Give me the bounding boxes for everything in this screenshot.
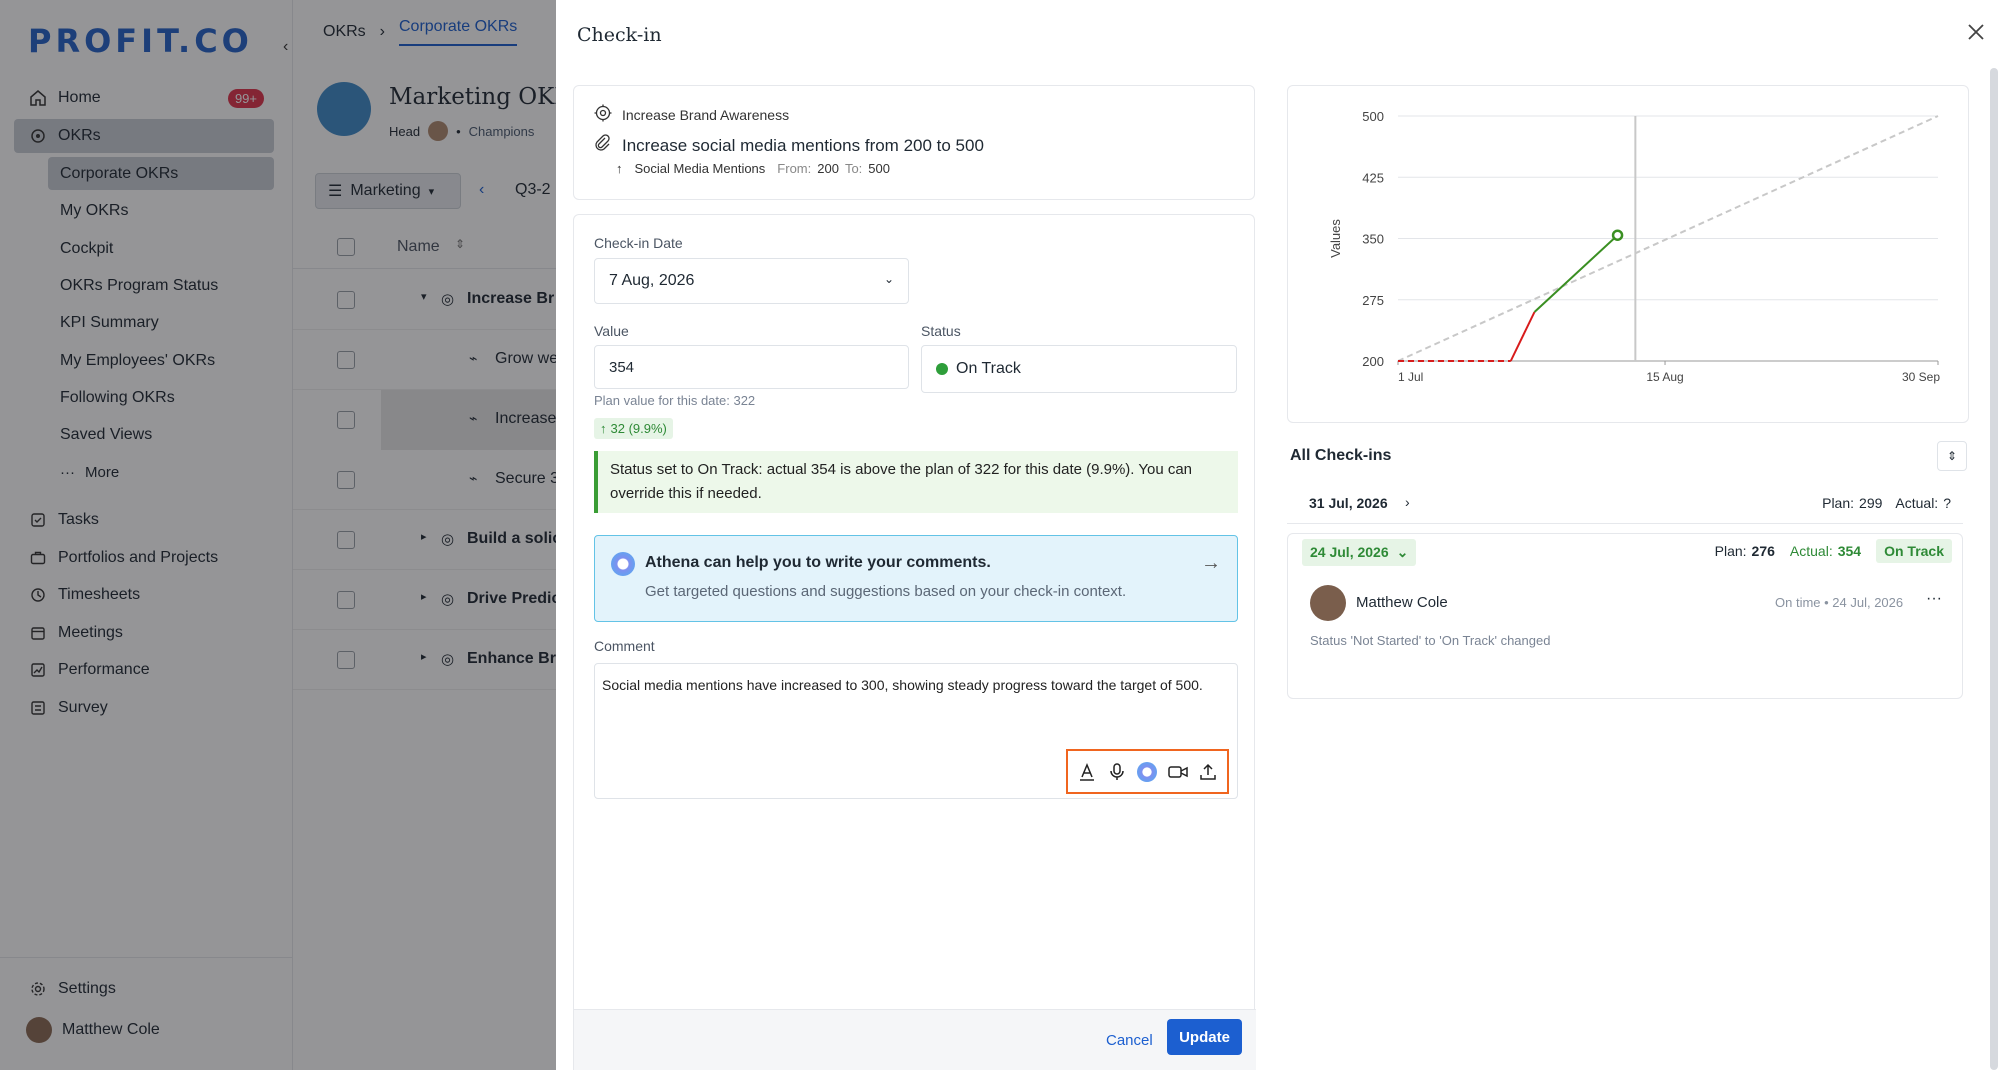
status-dot — [936, 363, 948, 375]
athena-icon — [611, 552, 635, 576]
checkin-user: Matthew Cole — [1356, 594, 1448, 611]
y-tick-label: 200 — [1362, 354, 1384, 369]
y-tick-label: 425 — [1362, 170, 1384, 185]
date-value: 7 Aug, 2026 — [609, 272, 695, 289]
status-select[interactable]: On Track — [921, 345, 1237, 393]
all-checkins-title: All Check-ins — [1290, 447, 1392, 464]
from-value: 200 — [817, 161, 839, 176]
plan-label: Plan: — [1822, 495, 1855, 511]
delta-badge: ↑ 32 (9.9%) — [594, 418, 673, 439]
checkin-date: 24 Jul, 2026 — [1310, 544, 1389, 560]
plan-label: Plan: — [1714, 543, 1747, 559]
plan-actual: Plan: 299 Actual:? — [1822, 495, 1951, 511]
form-footer: Cancel Update — [574, 1009, 1256, 1070]
progress-chart: 200 275 350 425 500 1 Jul 15 Aug 30 Sep Values — [1328, 109, 1940, 384]
x-tick-label: 30 Sep — [1902, 370, 1940, 384]
chevron-right-icon: › — [1405, 494, 1410, 510]
checkin-date-select[interactable]: 7 Aug, 2026 ⌄ — [594, 258, 909, 304]
y-tick-label: 350 — [1362, 232, 1384, 247]
checkin-note: Status 'Not Started' to 'On Track' chang… — [1310, 633, 1551, 648]
actual-value: ? — [1943, 495, 1951, 511]
delta-value: 32 (9.9%) — [610, 421, 667, 436]
comment-text: Social media mentions have increased to … — [602, 677, 1203, 693]
status-badge: On Track — [1876, 539, 1952, 563]
athena-title: Athena can help you to write your commen… — [645, 554, 991, 571]
key-result-card: Increase Brand Awareness Increase social… — [573, 85, 1255, 200]
x-tick-label: 1 Jul — [1398, 370, 1423, 384]
cancel-button[interactable]: Cancel — [1106, 1032, 1153, 1049]
actual-label: Actual: — [1895, 495, 1939, 511]
objective-line: Increase Brand Awareness — [594, 104, 789, 125]
arrow-right-icon[interactable]: → — [1201, 552, 1221, 575]
y-tick-label: 275 — [1362, 293, 1384, 308]
value-text: 354 — [609, 358, 635, 376]
date-label: Check-in Date — [594, 235, 683, 251]
chevron-down-icon: ⌄ — [883, 272, 894, 286]
athena-subtitle: Get targeted questions and suggestions b… — [645, 583, 1127, 600]
progress-chart-card: 200 275 350 425 500 1 Jul 15 Aug 30 Sep Values — [1287, 85, 1969, 423]
series-line — [1509, 311, 1536, 362]
update-button[interactable]: Update — [1167, 1019, 1242, 1055]
x-tick-label: 15 Aug — [1646, 370, 1683, 384]
series-line — [1533, 234, 1619, 313]
actual-label: Actual: — [1789, 543, 1833, 559]
athena-assist[interactable]: Athena can help you to write your commen… — [594, 535, 1238, 622]
checkin-entry-expanded: 24 Jul, 2026 ⌄ Plan: 276 Actual: 354 On Tra… — [1287, 533, 1963, 699]
metric-line: ↑ Social Media Mentions From: 200 To: 50… — [616, 161, 890, 176]
to-label: To: — [844, 161, 863, 176]
y-tick-label: 500 — [1362, 109, 1384, 124]
value-input[interactable]: 354 — [594, 345, 909, 389]
actual-value: 354 — [1837, 543, 1862, 559]
checkin-date: 31 Jul, 2026 — [1309, 495, 1388, 511]
microphone-icon[interactable] — [1102, 757, 1132, 787]
checkin-panel: Check-in Increase Brand Awareness Increa… — [556, 0, 1999, 1070]
arrow-up-icon: ↑ — [616, 161, 623, 176]
comment-label: Comment — [594, 638, 655, 654]
key-result-line: Increase social media mentions from 200 … — [594, 134, 984, 157]
plan-actual: Plan: 276 Actual: 354 On Track — [1715, 539, 1952, 563]
video-icon[interactable] — [1163, 757, 1193, 787]
value-label: Value — [594, 323, 629, 339]
checkin-meta: On time • 24 Jul, 2026 — [1775, 595, 1904, 610]
upload-icon[interactable] — [1193, 757, 1223, 787]
key-result-title: Increase social media mentions from 200 … — [622, 135, 984, 155]
plan-value: 276 — [1751, 543, 1775, 559]
status-message: Status set to On Track: actual 354 is ab… — [594, 451, 1238, 513]
comment-editor[interactable]: Social media mentions have increased to … — [594, 663, 1238, 799]
scrollbar[interactable] — [1990, 68, 1998, 1070]
comment-toolbar — [1066, 749, 1229, 794]
checkin-form: Check-in Date 7 Aug, 2026 ⌄ Value 354 St… — [573, 214, 1256, 1070]
plan-hint: Plan value for this date: 322 — [594, 393, 756, 408]
paperclip-icon — [594, 134, 612, 157]
target-icon — [594, 104, 612, 125]
more-options-icon[interactable]: ··· — [1926, 590, 1942, 608]
checkin-entry[interactable]: 31 Jul, 2026 › Plan: 299 Actual:? — [1287, 488, 1963, 524]
close-icon[interactable] — [1964, 20, 1990, 46]
data-point — [1611, 229, 1624, 241]
metric-name: Social Media Mentions — [634, 161, 766, 176]
plan-value: 299 — [1859, 495, 1883, 511]
text-format-icon[interactable] — [1072, 757, 1102, 787]
expand-collapse-icon[interactable]: ⇕ — [1937, 441, 1967, 471]
avatar — [1310, 585, 1346, 621]
checkin-date-badge[interactable]: 24 Jul, 2026 ⌄ — [1302, 539, 1417, 566]
modal-backdrop[interactable] — [0, 0, 556, 1070]
chevron-down-icon: ⌄ — [1396, 544, 1409, 560]
objective-title: Increase Brand Awareness — [622, 106, 790, 123]
to-value: 500 — [868, 161, 890, 176]
arrow-up-icon: ↑ — [600, 421, 607, 436]
from-label: From: — [777, 161, 812, 176]
status-value: On Track — [956, 360, 1021, 377]
status-label: Status — [921, 323, 961, 339]
y-axis-label: Values — [1328, 219, 1343, 258]
panel-title: Check-in — [577, 24, 662, 46]
athena-ai-icon[interactable] — [1132, 757, 1162, 787]
